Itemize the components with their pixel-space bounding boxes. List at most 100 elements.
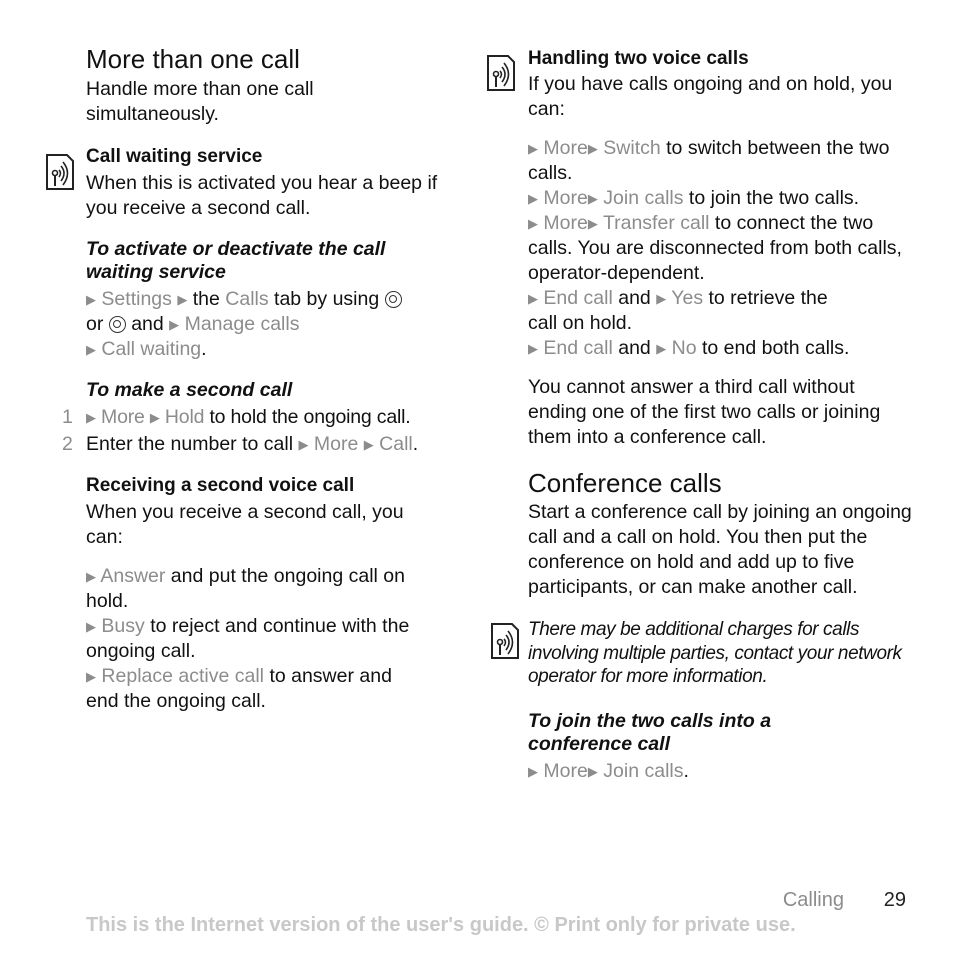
receiving-text: When you receive a second call, you can: bbox=[86, 501, 404, 548]
menu-settings: Settings bbox=[101, 288, 172, 310]
second-call-block: To make a second call 1 ▶ More ▶ Hold to… bbox=[62, 379, 471, 457]
activate-instructions: ▶ Settings ▶ the Calls tab by using or a… bbox=[86, 287, 471, 362]
join-instructions: ▶ More▶ Join calls. bbox=[528, 759, 913, 784]
arrow-icon: ▶ bbox=[587, 763, 598, 779]
menu-manage-calls: Manage calls bbox=[184, 313, 300, 335]
menu-yes: Yes bbox=[671, 287, 704, 309]
text: to join the two calls. bbox=[688, 187, 860, 209]
network-service-icon bbox=[45, 153, 75, 191]
section-title: More than one call bbox=[86, 44, 300, 74]
menu-no: No bbox=[671, 337, 697, 359]
text: and bbox=[618, 287, 651, 309]
arrow-icon: ▶ bbox=[587, 141, 598, 156]
text: or bbox=[86, 313, 104, 335]
network-service-icon bbox=[486, 54, 516, 92]
option-join-calls: ▶ More▶ Join calls to join the two calls… bbox=[528, 186, 913, 211]
arrow-icon: ▶ bbox=[587, 191, 598, 206]
text: to end both calls. bbox=[701, 337, 850, 359]
receiving-options: ▶ Answer and put the ongoing call on hol… bbox=[86, 564, 436, 714]
arrow-icon: ▶ bbox=[656, 291, 667, 306]
text: . bbox=[683, 759, 689, 782]
option-replace: ▶ Replace active call to answer and end … bbox=[86, 664, 416, 714]
footer-section: Calling bbox=[782, 889, 844, 911]
join-heading: To join the two calls into a conference … bbox=[528, 709, 772, 755]
handling-block: Handling two voice calls If you have cal… bbox=[528, 46, 913, 361]
third-call-text: You cannot answer a third call without e… bbox=[528, 376, 881, 448]
menu-more: More bbox=[543, 212, 588, 234]
arrow-icon: ▶ bbox=[528, 191, 538, 206]
step-number: 2 bbox=[62, 433, 73, 455]
arrow-icon: ▶ bbox=[86, 669, 96, 684]
call-waiting-heading: Call waiting service bbox=[86, 146, 263, 167]
text: . bbox=[412, 433, 419, 455]
text: and bbox=[618, 337, 651, 359]
option-busy: ▶ Busy to reject and continue with the o… bbox=[86, 614, 436, 664]
menu-busy: Busy bbox=[101, 615, 145, 637]
activate-heading: To activate or deactivate the call waiti… bbox=[86, 238, 386, 283]
step-number: 1 bbox=[62, 406, 73, 428]
arrow-icon: ▶ bbox=[177, 292, 188, 307]
option-end-call-no: ▶ End call and ▶ No to end both calls. bbox=[528, 336, 913, 361]
menu-more: More bbox=[543, 137, 588, 159]
second-call-heading: To make a second call bbox=[86, 379, 293, 401]
menu-join-calls: Join calls bbox=[603, 759, 684, 782]
option-answer: ▶ Answer and put the ongoing call on hol… bbox=[86, 564, 436, 614]
menu-answer: Answer bbox=[100, 565, 166, 587]
handling-heading: Handling two voice calls bbox=[528, 48, 749, 69]
option-switch: ▶ More▶ Switch to switch between the two… bbox=[528, 136, 913, 186]
page-number: 29 bbox=[883, 889, 906, 911]
arrow-icon: ▶ bbox=[363, 437, 374, 452]
handling-text: If you have calls ongoing and on hold, y… bbox=[528, 73, 893, 120]
menu-call: Call bbox=[379, 433, 413, 455]
text: . bbox=[201, 338, 207, 360]
arrow-icon: ▶ bbox=[86, 292, 96, 307]
navigation-key-left-icon bbox=[384, 291, 402, 308]
text: and bbox=[131, 313, 164, 335]
option-end-call-yes: ▶ End call and ▶ Yes to retrieve the cal… bbox=[528, 286, 848, 336]
footer-notice: This is the Internet version of the user… bbox=[86, 914, 796, 936]
step-1: 1 ▶ More ▶ Hold to hold the ongoing call… bbox=[62, 405, 471, 430]
conference-note: There may be additional charges for call… bbox=[528, 619, 902, 687]
right-column: Handling two voice calls If you have cal… bbox=[528, 46, 913, 784]
menu-transfer-call: Transfer call bbox=[602, 212, 710, 234]
arrow-icon: ▶ bbox=[169, 317, 180, 332]
arrow-icon: ▶ bbox=[86, 410, 96, 425]
call-waiting-block: Call waiting service When this is activa… bbox=[86, 144, 471, 221]
arrow-icon: ▶ bbox=[86, 619, 96, 634]
option-transfer-call: ▶ More▶ Transfer call to connect the two… bbox=[528, 211, 913, 286]
arrow-icon: ▶ bbox=[86, 342, 96, 357]
text: tab by using bbox=[274, 288, 380, 310]
conference-text: Start a conference call by joining an on… bbox=[528, 501, 912, 598]
menu-more: More bbox=[101, 406, 145, 428]
menu-replace-active-call: Replace active call bbox=[101, 665, 265, 687]
arrow-icon: ▶ bbox=[149, 410, 160, 425]
arrow-icon: ▶ bbox=[528, 141, 538, 156]
step-2: 2 Enter the number to call ▶ More ▶ Call… bbox=[62, 432, 471, 457]
handling-options: ▶ More▶ Switch to switch between the two… bbox=[528, 136, 913, 361]
text: to hold the ongoing call. bbox=[209, 406, 411, 428]
text: Enter the number to call bbox=[86, 433, 294, 455]
arrow-icon: ▶ bbox=[528, 763, 538, 779]
text: the bbox=[192, 288, 220, 310]
arrow-icon: ▶ bbox=[528, 216, 538, 231]
left-column: More than one call Handle more than one … bbox=[86, 44, 471, 714]
arrow-icon: ▶ bbox=[528, 291, 538, 306]
arrow-icon: ▶ bbox=[86, 569, 96, 584]
menu-calls-tab: Calls bbox=[225, 288, 269, 310]
receiving-heading: Receiving a second voice call bbox=[86, 475, 355, 496]
menu-more: More bbox=[543, 759, 588, 782]
menu-end-call: End call bbox=[543, 287, 613, 309]
arrow-icon: ▶ bbox=[656, 341, 667, 356]
intro-text: Handle more than one call simultaneously… bbox=[86, 78, 314, 125]
arrow-icon: ▶ bbox=[528, 341, 538, 356]
arrow-icon: ▶ bbox=[587, 216, 598, 231]
call-waiting-text: When this is activated you hear a beep i… bbox=[86, 172, 438, 219]
menu-more: More bbox=[313, 433, 359, 455]
conference-note-block: There may be additional charges for call… bbox=[528, 618, 913, 689]
menu-more: More bbox=[543, 187, 588, 209]
menu-hold: Hold bbox=[164, 406, 205, 428]
navigation-key-right-icon bbox=[108, 316, 126, 333]
menu-call-waiting: Call waiting bbox=[101, 338, 202, 360]
menu-end-call: End call bbox=[543, 337, 613, 359]
network-service-icon bbox=[490, 622, 520, 660]
